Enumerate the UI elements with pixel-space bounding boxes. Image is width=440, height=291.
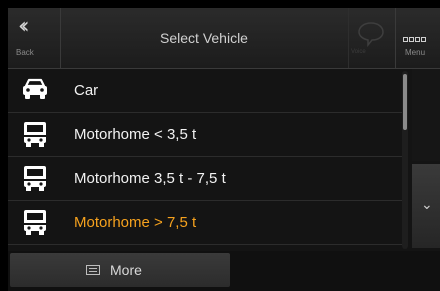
more-button[interactable]: More [10, 253, 230, 287]
vehicle-item-motorhome-small[interactable]: Motorhome < 3,5 t [8, 113, 408, 157]
motorhome-icon [24, 210, 46, 235]
page-title: Select Vehicle [160, 30, 248, 46]
vehicle-label: Motorhome < 3,5 t [74, 126, 197, 143]
scroll-up-button[interactable] [412, 69, 440, 161]
speech-bubble-icon [358, 22, 384, 47]
vehicle-list: Car Motorhome < 3,5 t Motorhome 3,5 t - … [8, 69, 408, 249]
menu-label: Menu [405, 48, 426, 57]
vehicle-label: Motorhome > 7,5 t [74, 214, 197, 231]
scroll-down-button[interactable]: ⌄ [412, 164, 440, 248]
menu-grid-icon [403, 29, 427, 47]
car-icon [23, 78, 47, 99]
voice-button: Voice [348, 8, 396, 68]
voice-label: Voice [351, 49, 366, 55]
header-bar: ‹‹ Back Select Vehicle Voice Menu [8, 8, 440, 69]
vehicle-label: Car [74, 82, 99, 99]
motorhome-icon [24, 122, 46, 147]
vehicle-item-motorhome-medium[interactable]: Motorhome 3,5 t - 7,5 t [8, 157, 408, 201]
more-label: More [110, 262, 142, 278]
back-chevron-icon: ‹‹ [18, 14, 29, 39]
back-label: Back [16, 48, 34, 57]
vehicle-item-motorhome-large[interactable]: Motorhome > 7,5 t [8, 201, 408, 245]
scrollbar-thumb[interactable] [403, 74, 407, 130]
motorhome-icon [24, 166, 46, 191]
menu-button[interactable]: Menu [395, 8, 440, 68]
vehicle-item-car[interactable]: Car [8, 69, 408, 113]
select-vehicle-screen: ‹‹ Back Select Vehicle Voice Menu Car Mo… [8, 8, 440, 291]
vehicle-label: Motorhome 3,5 t - 7,5 t [74, 170, 226, 187]
side-scroll-panel: ⌄ [412, 69, 440, 249]
scroll-down-icon: ⌄ [421, 196, 433, 212]
back-button[interactable]: ‹‹ Back [8, 8, 61, 68]
bottom-bar: More [8, 251, 440, 291]
list-icon [86, 265, 100, 275]
